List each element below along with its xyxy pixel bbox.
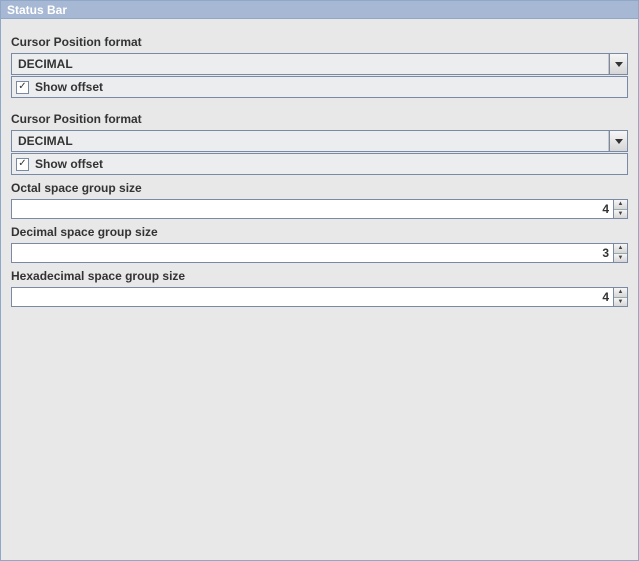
spinner-up-icon[interactable]: ▲ [614,200,627,210]
hex-space-group-size-spinner[interactable]: 4 ▲ ▼ [11,287,628,307]
decimal-space-group-size-spinner[interactable]: 3 ▲ ▼ [11,243,628,263]
window-titlebar: Status Bar [1,1,638,19]
spinner-up-icon[interactable]: ▲ [614,288,627,298]
hex-spinner-buttons: ▲ ▼ [613,288,627,306]
cursor-position-format-select-1[interactable]: DECIMAL [11,53,628,75]
spinner-down-icon[interactable]: ▼ [614,210,627,219]
show-offset-checkbox-1[interactable]: ✓ [16,81,29,94]
octal-space-group-size-value[interactable]: 4 [12,200,613,218]
spinner-down-icon[interactable]: ▼ [614,298,627,307]
chevron-down-icon[interactable] [609,131,627,151]
decimal-spinner-buttons: ▲ ▼ [613,244,627,262]
octal-space-group-size-label: Octal space group size [11,181,628,195]
spinner-up-icon[interactable]: ▲ [614,244,627,254]
show-offset-row-1[interactable]: ✓ Show offset [11,76,628,98]
hex-space-group-size-value[interactable]: 4 [12,288,613,306]
show-offset-label-1: Show offset [35,80,103,94]
status-bar-window: Status Bar Cursor Position format DECIMA… [0,0,639,561]
window-title: Status Bar [7,3,67,17]
show-offset-checkbox-2[interactable]: ✓ [16,158,29,171]
cursor-position-format-label-1: Cursor Position format [11,35,628,49]
chevron-down-icon[interactable] [609,54,627,74]
hex-space-group-size-label: Hexadecimal space group size [11,269,628,283]
cursor-position-format-value-2: DECIMAL [12,131,609,151]
content-area: Cursor Position format DECIMAL ✓ Show of… [1,19,638,317]
cursor-position-format-label-2: Cursor Position format [11,112,628,126]
decimal-space-group-size-value[interactable]: 3 [12,244,613,262]
show-offset-row-2[interactable]: ✓ Show offset [11,153,628,175]
cursor-position-format-value-1: DECIMAL [12,54,609,74]
octal-space-group-size-spinner[interactable]: 4 ▲ ▼ [11,199,628,219]
show-offset-label-2: Show offset [35,157,103,171]
decimal-space-group-size-label: Decimal space group size [11,225,628,239]
spinner-down-icon[interactable]: ▼ [614,254,627,263]
cursor-position-format-select-2[interactable]: DECIMAL [11,130,628,152]
octal-spinner-buttons: ▲ ▼ [613,200,627,218]
